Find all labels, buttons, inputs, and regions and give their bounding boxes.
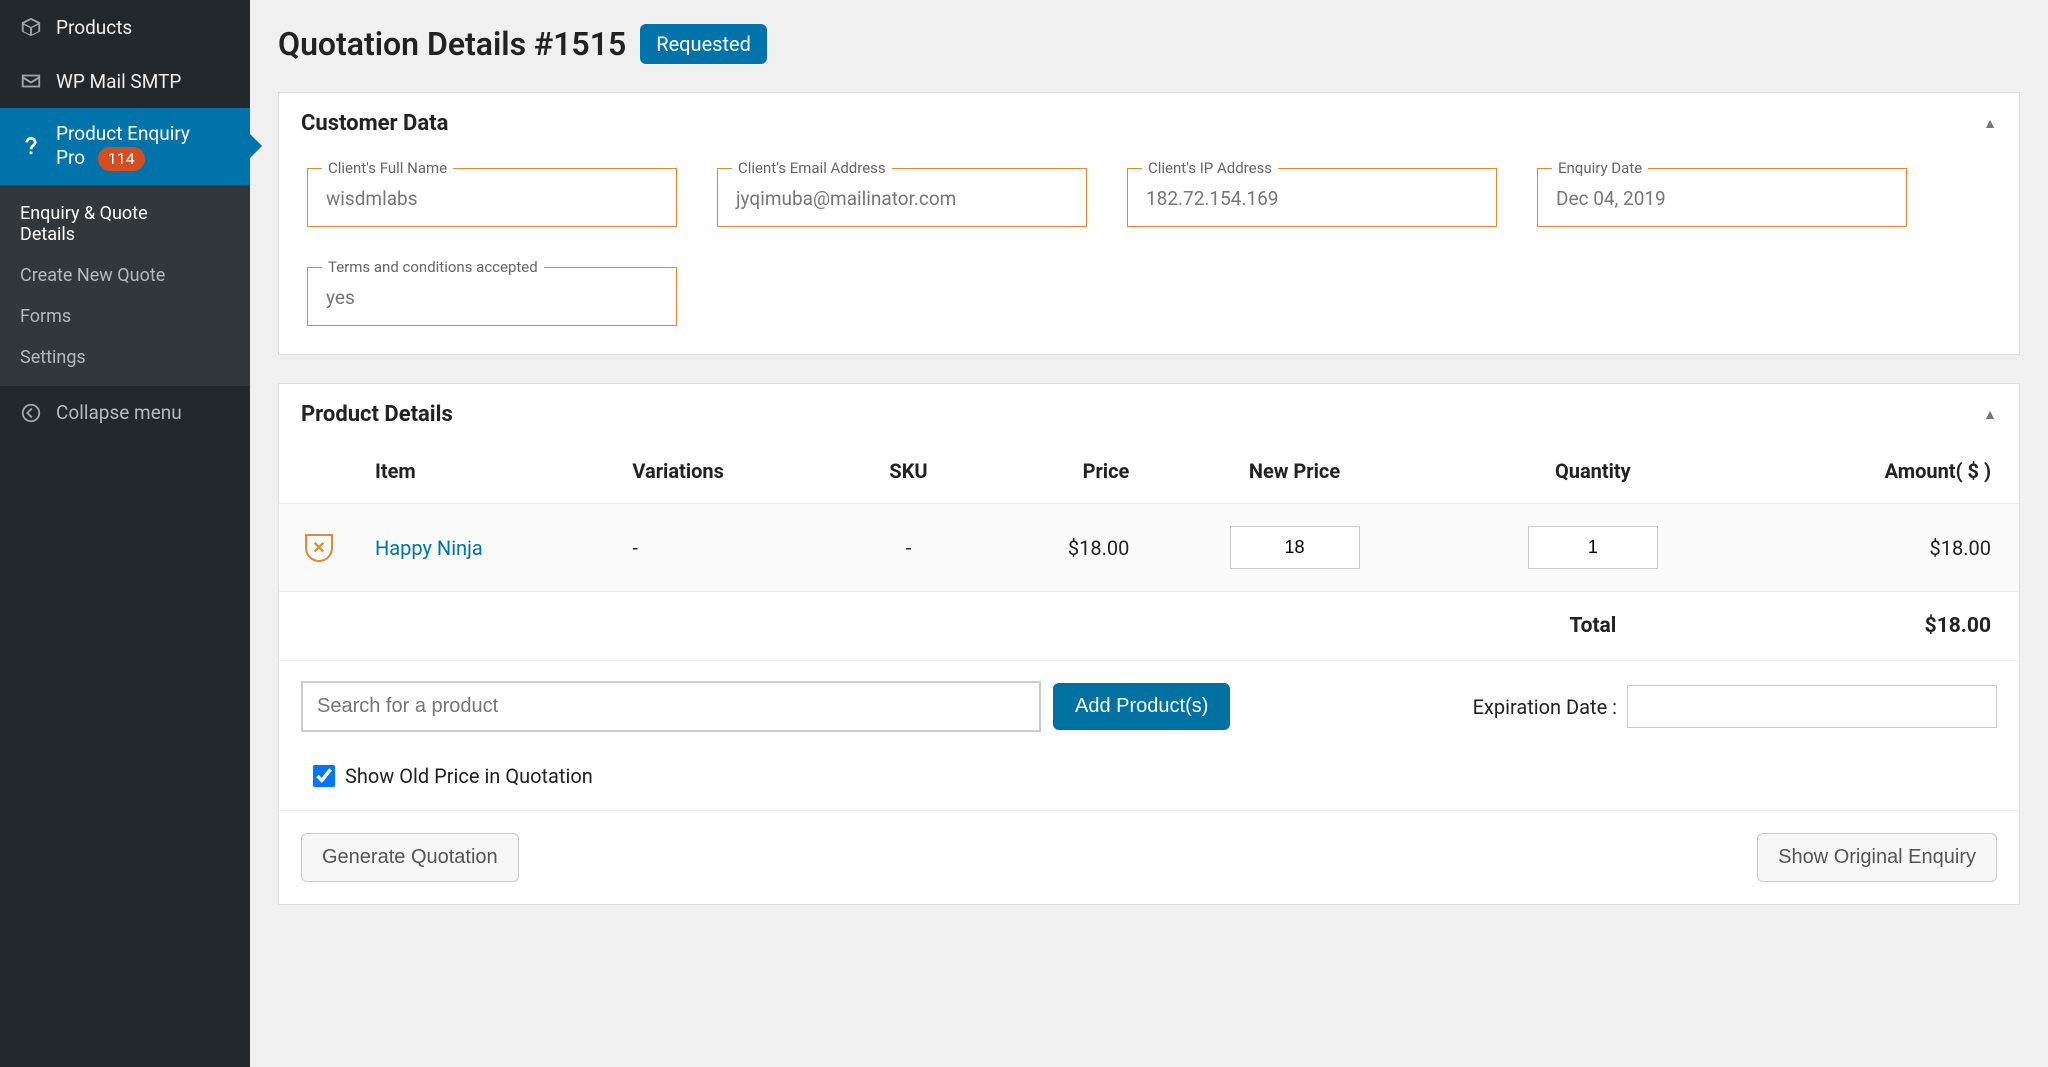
product-table: Item Variations SKU Price New Price Quan…	[279, 439, 2019, 661]
show-old-price-checkbox[interactable]	[313, 765, 335, 787]
panel-toggle-icon[interactable]: ▲	[1983, 115, 1997, 132]
collapse-icon	[18, 400, 44, 426]
customer-data-panel: Customer Data ▲ Client's Full Name wisdm…	[278, 92, 2020, 355]
col-item: Item	[359, 439, 616, 504]
remove-row-button[interactable]: ✕	[305, 534, 333, 562]
products-icon	[18, 14, 44, 40]
col-variations: Variations	[616, 439, 843, 504]
customer-data-title: Customer Data	[301, 111, 448, 136]
field-label: Terms and conditions accepted	[322, 258, 544, 276]
product-details-panel: Product Details ▲ Item Variations SKU Pr…	[278, 383, 2020, 905]
main-content: Quotation Details #1515 Requested Custom…	[250, 0, 2048, 1067]
total-value: $18.00	[1742, 592, 2019, 661]
mail-icon	[18, 68, 44, 94]
client-email-field: Client's Email Address jyqimuba@mailinat…	[717, 168, 1087, 227]
field-label: Enquiry Date	[1552, 159, 1648, 177]
cell-amount: $18.00	[1742, 504, 2019, 592]
question-hook-icon	[18, 133, 44, 159]
quantity-input[interactable]	[1528, 526, 1658, 569]
field-value: 182.72.154.169	[1146, 187, 1279, 210]
sidebar-item-product-enquiry-pro[interactable]: Product Enquiry Pro 114	[0, 108, 250, 185]
field-value: wisdmlabs	[326, 187, 418, 210]
submenu-item-label: Details	[20, 224, 75, 245]
cell-variations: -	[616, 504, 843, 592]
status-badge: Requested	[640, 24, 767, 64]
show-old-price-label: Show Old Price in Quotation	[345, 764, 593, 788]
total-label: Total	[1444, 592, 1742, 661]
col-quantity: Quantity	[1444, 439, 1742, 504]
generate-quotation-button[interactable]: Generate Quotation	[301, 833, 519, 882]
sidebar-submenu: Enquiry & Quote Details Create New Quote…	[0, 185, 250, 386]
collapse-label: Collapse menu	[56, 401, 182, 424]
expiration-date-input[interactable]	[1627, 685, 1997, 728]
page-title: Quotation Details #1515	[278, 25, 626, 63]
cell-sku: -	[844, 504, 973, 592]
sidebar-item-label: Products	[56, 16, 132, 39]
collapse-menu[interactable]: Collapse menu	[0, 386, 250, 440]
item-link[interactable]: Happy Ninja	[375, 536, 483, 560]
submenu-item-label: Settings	[20, 347, 86, 368]
submenu-item-forms[interactable]: Forms	[0, 296, 250, 337]
submenu-item-label: Forms	[20, 306, 71, 327]
show-original-enquiry-button[interactable]: Show Original Enquiry	[1757, 833, 1997, 882]
total-row: Total $18.00	[279, 592, 2019, 661]
product-details-title: Product Details	[301, 402, 453, 427]
sidebar-item-wpmailsmtp[interactable]: WP Mail SMTP	[0, 54, 250, 108]
sidebar-item-label: WP Mail SMTP	[56, 70, 181, 93]
enquiry-date-field: Enquiry Date Dec 04, 2019	[1537, 168, 1907, 227]
submenu-item-settings[interactable]: Settings	[0, 337, 250, 378]
page-title-row: Quotation Details #1515 Requested	[278, 24, 2020, 64]
submenu-item-label: Enquiry & Quote	[20, 203, 148, 224]
submenu-item-create-quote[interactable]: Create New Quote	[0, 255, 250, 296]
sidebar: Products WP Mail SMTP Product Enquiry Pr…	[0, 0, 250, 1067]
col-newprice: New Price	[1145, 439, 1443, 504]
sidebar-item-products[interactable]: Products	[0, 0, 250, 54]
panel-toggle-icon[interactable]: ▲	[1983, 406, 1997, 423]
client-name-field: Client's Full Name wisdmlabs	[307, 168, 677, 227]
submenu-item-label: Create New Quote	[20, 265, 165, 286]
close-icon: ✕	[312, 540, 325, 556]
field-value: jyqimuba@mailinator.com	[736, 187, 956, 210]
expiration-date-label: Expiration Date :	[1473, 695, 1617, 719]
client-ip-field: Client's IP Address 182.72.154.169	[1127, 168, 1497, 227]
sidebar-item-label: Product Enquiry Pro 114	[56, 122, 190, 171]
add-products-button[interactable]: Add Product(s)	[1053, 683, 1230, 730]
col-amount: Amount( $ )	[1742, 439, 2019, 504]
field-label: Client's Email Address	[732, 159, 892, 177]
terms-accepted-field: Terms and conditions accepted yes	[307, 267, 677, 326]
product-search-input[interactable]	[301, 681, 1041, 732]
col-price: Price	[973, 439, 1145, 504]
field-value: Dec 04, 2019	[1556, 187, 1666, 210]
count-badge: 114	[98, 147, 145, 171]
col-sku: SKU	[844, 439, 973, 504]
field-label: Client's IP Address	[1142, 159, 1278, 177]
field-label: Client's Full Name	[322, 159, 453, 177]
submenu-item-enquiry-details[interactable]: Enquiry & Quote Details	[0, 193, 250, 255]
table-row: ✕ Happy Ninja - - $18.00 $18.00	[279, 504, 2019, 592]
cell-price: $18.00	[973, 504, 1145, 592]
field-value: yes	[326, 286, 355, 309]
new-price-input[interactable]	[1230, 526, 1360, 569]
